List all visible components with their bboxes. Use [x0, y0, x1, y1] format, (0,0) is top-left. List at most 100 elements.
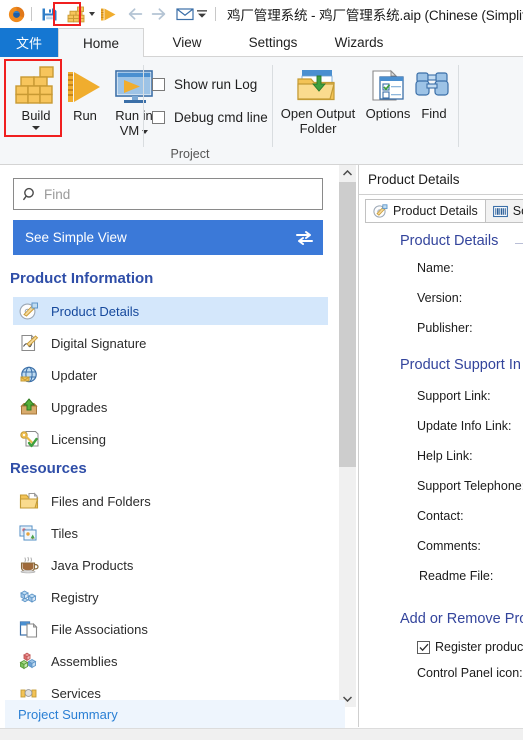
tab-settings[interactable]: Settings [230, 28, 316, 57]
ribbon-group-separator-3 [458, 65, 459, 147]
sidebar-item-digital-signature[interactable]: Digital Signature [13, 329, 328, 357]
register-product-checkbox[interactable]: Register product wit [417, 640, 523, 654]
ribbon-group-separator-1 [143, 65, 144, 147]
build-dropdown-caret-icon[interactable] [86, 4, 97, 24]
form-group-rule-1 [515, 243, 523, 244]
product-details-form: Product Details Name: Version: Publisher… [365, 222, 523, 722]
register-product-checkbox-label: Register product wit [435, 640, 523, 654]
search-icon [23, 187, 34, 201]
sidebar-item-tiles[interactable]: Tiles [13, 519, 328, 547]
field-label-contact: Contact: [417, 509, 464, 523]
sidebar-item-assemblies[interactable]: Assemblies [13, 647, 328, 675]
sidebar-item-assemblies-label: Assemblies [51, 653, 118, 669]
open-output-folder-button[interactable]: Open Output Folder [280, 69, 356, 136]
form-group-heading-product-details: Product Details [400, 233, 499, 249]
status-bar [0, 728, 523, 740]
project-summary-label: Project Summary [18, 706, 118, 722]
save-icon[interactable] [39, 4, 59, 24]
sidebar-item-file-associations[interactable]: File Associations [13, 615, 328, 643]
sidebar-item-java-products-label: Java Products [51, 557, 134, 573]
tab-product-details-label: Product Details [393, 204, 478, 218]
see-simple-view-label: See Simple View [25, 230, 127, 245]
field-label-publisher: Publisher: [417, 321, 473, 335]
build-bricks-icon [15, 66, 54, 104]
assemblies-icon [17, 650, 41, 672]
sidebar-item-product-details-label: Product Details [51, 303, 140, 319]
scroll-up-arrow-icon[interactable] [339, 165, 356, 182]
find-binoculars-icon [415, 72, 449, 96]
sidebar-item-registry-label: Registry [51, 589, 99, 605]
sidebar-item-files-and-folders[interactable]: Files and Folders [13, 487, 328, 515]
search-input-placeholder: Find [44, 186, 71, 202]
tab-wizards[interactable]: Wizards [316, 28, 402, 57]
sidebar-item-java-products[interactable]: Java Products [13, 551, 328, 579]
folder-icon [17, 490, 41, 512]
debug-cmd-line-checkbox[interactable]: Debug cmd line [152, 110, 268, 125]
quick-access-caret-icon[interactable] [195, 4, 209, 24]
sidebar-item-registry[interactable]: Registry [13, 583, 328, 611]
sidebar-item-services-label: Services [51, 685, 101, 701]
field-label-support-link: Support Link: [417, 389, 491, 403]
show-run-log-checkbox[interactable]: Show run Log [152, 77, 257, 92]
sidebar-item-product-details[interactable]: Product Details [13, 297, 328, 325]
options-icon [372, 69, 404, 101]
mail-icon[interactable] [175, 4, 195, 24]
back-arrow-icon[interactable] [126, 4, 146, 24]
options-button-label: Options [365, 106, 411, 121]
sidebar-item-upgrades[interactable]: Upgrades [13, 393, 328, 421]
tab-view-label: View [172, 34, 202, 50]
search-input[interactable]: Find [13, 178, 323, 210]
show-run-log-label: Show run Log [174, 77, 258, 92]
run-button-label: Run [73, 108, 97, 123]
tab-product-details[interactable]: Product Details [365, 199, 486, 223]
licensing-icon [17, 428, 41, 450]
build-icon[interactable] [66, 4, 86, 24]
tiles-icon [17, 522, 41, 544]
window-title: 鸡厂管理系统 - 鸡厂管理系统.aip (Chinese (Simplified… [227, 8, 523, 23]
right-panel-tab-strip: Product Details Softw [365, 199, 523, 223]
build-split-caret-icon[interactable] [32, 126, 40, 130]
sidebar-item-updater[interactable]: Updater [13, 361, 328, 389]
scrollbar-thumb[interactable] [339, 182, 356, 467]
find-button-label: Find [421, 106, 447, 121]
file-associations-icon [17, 618, 41, 640]
application-window: 鸡厂管理系统 - 鸡厂管理系统.aip (Chinese (Simplified… [0, 0, 523, 740]
field-label-version: Version: [417, 291, 463, 305]
field-label-name: Name: [417, 261, 454, 275]
section-heading-resources: Resources [10, 460, 87, 477]
tab-strip-filler [402, 28, 523, 57]
run-icon[interactable] [99, 4, 119, 24]
see-simple-view-button[interactable]: See Simple View [13, 220, 323, 255]
section-heading-product-information: Product Information [10, 270, 154, 287]
app-logo-icon[interactable] [6, 4, 26, 24]
register-product-checkbox-box[interactable] [417, 640, 430, 654]
tab-software-identification[interactable]: Softw [484, 199, 523, 223]
upgrades-icon [17, 396, 41, 418]
tab-file[interactable]: 文件 [0, 28, 58, 57]
forward-arrow-icon[interactable] [148, 4, 168, 24]
title-bar: 鸡厂管理系统 - 鸡厂管理系统.aip (Chinese (Simplified… [0, 0, 523, 28]
tab-settings-label: Settings [248, 34, 298, 50]
right-panel-header-label: Product Details [368, 172, 460, 187]
tab-home-label: Home [82, 35, 119, 51]
build-button[interactable]: Build [8, 65, 64, 130]
ribbon-tab-strip: 文件 Home View Settings Wizards [0, 28, 523, 57]
field-label-support-telephone: Support Telephone: [417, 479, 523, 493]
debug-cmd-line-label: Debug cmd line [174, 110, 268, 125]
find-button[interactable]: Find [406, 69, 462, 121]
show-run-log-checkbox-box[interactable] [152, 78, 165, 91]
open-output-folder-icon [297, 70, 335, 101]
updater-icon [17, 364, 41, 386]
tab-wizards-label: Wizards [334, 34, 384, 50]
debug-cmd-line-checkbox-box[interactable] [152, 111, 165, 124]
project-summary-link[interactable]: Project Summary [5, 700, 345, 728]
field-label-readme-file: Readme File: [419, 569, 494, 583]
java-coffee-icon [17, 554, 41, 576]
build-button-label: Build [21, 108, 51, 123]
ribbon-group-label: Project [170, 147, 210, 161]
sidebar-item-licensing[interactable]: Licensing [13, 425, 328, 453]
field-label-update-info-link: Update Info Link: [417, 419, 512, 433]
tab-view[interactable]: View [144, 28, 230, 57]
left-panel-scrollbar[interactable] [339, 165, 356, 707]
tab-home[interactable]: Home [58, 28, 144, 57]
